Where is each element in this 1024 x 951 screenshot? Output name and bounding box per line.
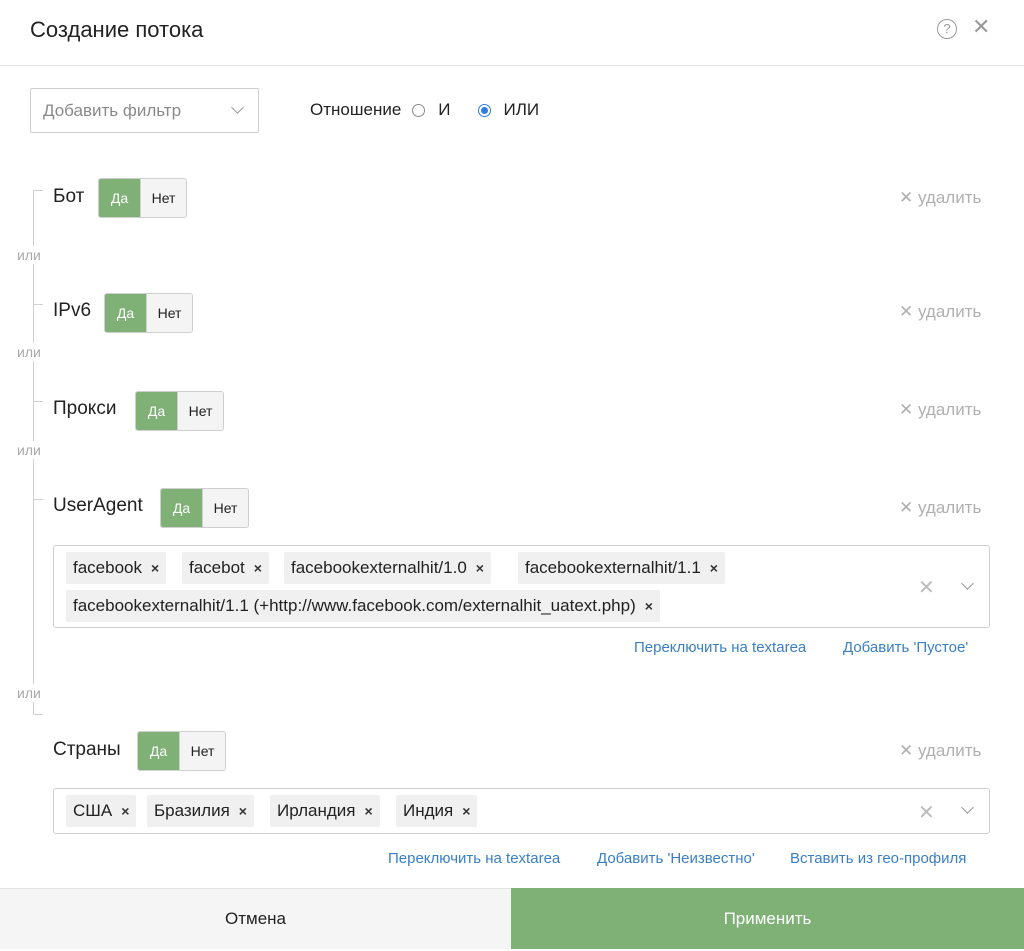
tag-remove-icon[interactable]: × <box>239 803 247 819</box>
tag: facebook × <box>66 552 167 584</box>
relation-and-radio[interactable] <box>412 103 426 117</box>
toggle-yes-button[interactable]: Да <box>138 732 179 770</box>
tree-hook <box>33 304 43 305</box>
rule-label-proxy: Прокси <box>53 398 117 419</box>
clear-icon[interactable]: ✕ <box>918 800 935 825</box>
tag-label: facebookexternalhit/1.0 <box>291 558 467 577</box>
dialog-title: Создание потока <box>30 17 204 42</box>
remove-label: удалить <box>917 188 982 207</box>
tag: США × <box>66 795 137 827</box>
toggle-no-button[interactable]: Нет <box>140 179 186 217</box>
tag-label: facebookexternalhit/1.1 (+http://www.fac… <box>73 596 636 615</box>
tag-remove-icon[interactable]: × <box>476 560 484 576</box>
add-empty-link[interactable]: Добавить 'Пустое' <box>843 639 968 656</box>
toggle-yes-button[interactable]: Да <box>99 179 140 217</box>
remove-icon: ✕ <box>899 400 918 419</box>
help-icon[interactable]: ? <box>937 19 957 39</box>
add-filter-select[interactable]: Добавить фильтр <box>30 88 259 133</box>
tag-remove-icon[interactable]: × <box>121 803 129 819</box>
tag: Ирландия × <box>270 795 380 827</box>
toggle-yes-button[interactable]: Да <box>105 294 146 332</box>
relation-and-label[interactable]: И <box>438 100 450 120</box>
rule-toggle-ipv6: Да Нет <box>104 293 193 333</box>
tag: Бразилия × <box>147 795 254 827</box>
tag-remove-icon[interactable]: × <box>462 803 470 819</box>
toggle-yes-button[interactable]: Да <box>136 392 177 430</box>
tag: facebookexternalhit/1.0 × <box>284 552 491 584</box>
toggle-yes-button[interactable]: Да <box>161 489 202 527</box>
tree-hook <box>33 499 43 500</box>
tag-label: США <box>73 801 113 820</box>
tag-label: Бразилия <box>154 801 230 820</box>
or-separator: или <box>17 441 41 459</box>
tag-remove-icon[interactable]: × <box>151 560 159 576</box>
relation-label: Отношение <box>310 100 402 119</box>
tag-remove-icon[interactable]: × <box>364 803 372 819</box>
tag-remove-icon[interactable]: × <box>645 598 653 614</box>
tree-hook <box>33 714 43 715</box>
tag-label: Ирландия <box>277 801 356 820</box>
rule-toggle-proxy: Да Нет <box>135 391 224 431</box>
insert-geo-profile-link[interactable]: Вставить из гео-профиля <box>790 850 966 867</box>
tag-remove-icon[interactable]: × <box>254 560 262 576</box>
switch-textarea-link[interactable]: Переключить на textarea <box>388 850 560 867</box>
remove-rule-button[interactable]: ✕ удалить <box>899 188 981 208</box>
tag: facebookexternalhit/1.1 (+http://www.fac… <box>66 590 660 622</box>
relation-group: Отношение И ИЛИ <box>310 98 539 122</box>
or-separator: или <box>17 343 41 361</box>
or-separator: или <box>17 684 41 702</box>
countries-tag-input[interactable]: США × Бразилия × Ирландия × Индия × ✕ <box>53 788 990 834</box>
rule-label-countries: Страны <box>53 739 121 760</box>
chevron-down-icon <box>231 101 244 114</box>
clear-icon[interactable]: ✕ <box>918 575 935 600</box>
chevron-down-icon[interactable] <box>961 801 974 814</box>
rule-label-bot: Бот <box>53 186 85 207</box>
remove-label: удалить <box>917 302 982 321</box>
remove-rule-button[interactable]: ✕ удалить <box>899 400 981 420</box>
toggle-no-button[interactable]: Нет <box>179 732 225 770</box>
add-filter-placeholder: Добавить фильтр <box>43 101 182 120</box>
apply-button[interactable]: Применить <box>511 888 1024 949</box>
tag: Индия × <box>396 795 478 827</box>
remove-rule-button[interactable]: ✕ удалить <box>899 302 981 322</box>
dialog-header: Создание потока ? ✕ <box>0 0 1024 66</box>
remove-icon: ✕ <box>899 302 918 321</box>
tag-label: facebookexternalhit/1.1 <box>525 558 701 577</box>
toggle-no-button[interactable]: Нет <box>177 392 223 430</box>
useragent-tag-input[interactable]: facebook × facebot × facebookexternalhit/1… <box>53 545 990 628</box>
rule-label-useragent: UserAgent <box>53 495 143 516</box>
close-icon[interactable]: ✕ <box>972 14 990 40</box>
or-separator: или <box>17 246 41 264</box>
remove-label: удалить <box>917 498 982 517</box>
remove-label: удалить <box>917 741 982 760</box>
toggle-no-button[interactable]: Нет <box>146 294 192 332</box>
tag-remove-icon[interactable]: × <box>710 560 718 576</box>
remove-icon: ✕ <box>899 498 918 517</box>
rule-label-ipv6: IPv6 <box>53 300 92 321</box>
tag: facebookexternalhit/1.1 × <box>518 552 725 584</box>
switch-textarea-link[interactable]: Переключить на textarea <box>634 639 806 656</box>
remove-label: удалить <box>917 400 982 419</box>
tree-hook <box>33 401 43 402</box>
tree-hook <box>33 190 43 191</box>
remove-icon: ✕ <box>899 188 918 207</box>
rule-toggle-bot: Да Нет <box>98 178 187 218</box>
tag: facebot × <box>182 552 269 584</box>
remove-rule-button[interactable]: ✕ удалить <box>899 741 981 761</box>
tag-label: facebook <box>73 558 142 577</box>
remove-icon: ✕ <box>899 741 918 760</box>
chevron-down-icon[interactable] <box>961 577 974 590</box>
remove-rule-button[interactable]: ✕ удалить <box>899 498 981 518</box>
rule-toggle-useragent: Да Нет <box>160 488 249 528</box>
toggle-no-button[interactable]: Нет <box>202 489 248 527</box>
tag-label: facebot <box>189 558 245 577</box>
tag-label: Индия <box>403 801 454 820</box>
rule-toggle-countries: Да Нет <box>137 731 226 771</box>
relation-or-label[interactable]: ИЛИ <box>504 100 540 120</box>
relation-or-radio[interactable] <box>477 103 491 117</box>
cancel-button[interactable]: Отмена <box>0 888 511 949</box>
add-unknown-link[interactable]: Добавить 'Неизвестно' <box>597 850 755 867</box>
